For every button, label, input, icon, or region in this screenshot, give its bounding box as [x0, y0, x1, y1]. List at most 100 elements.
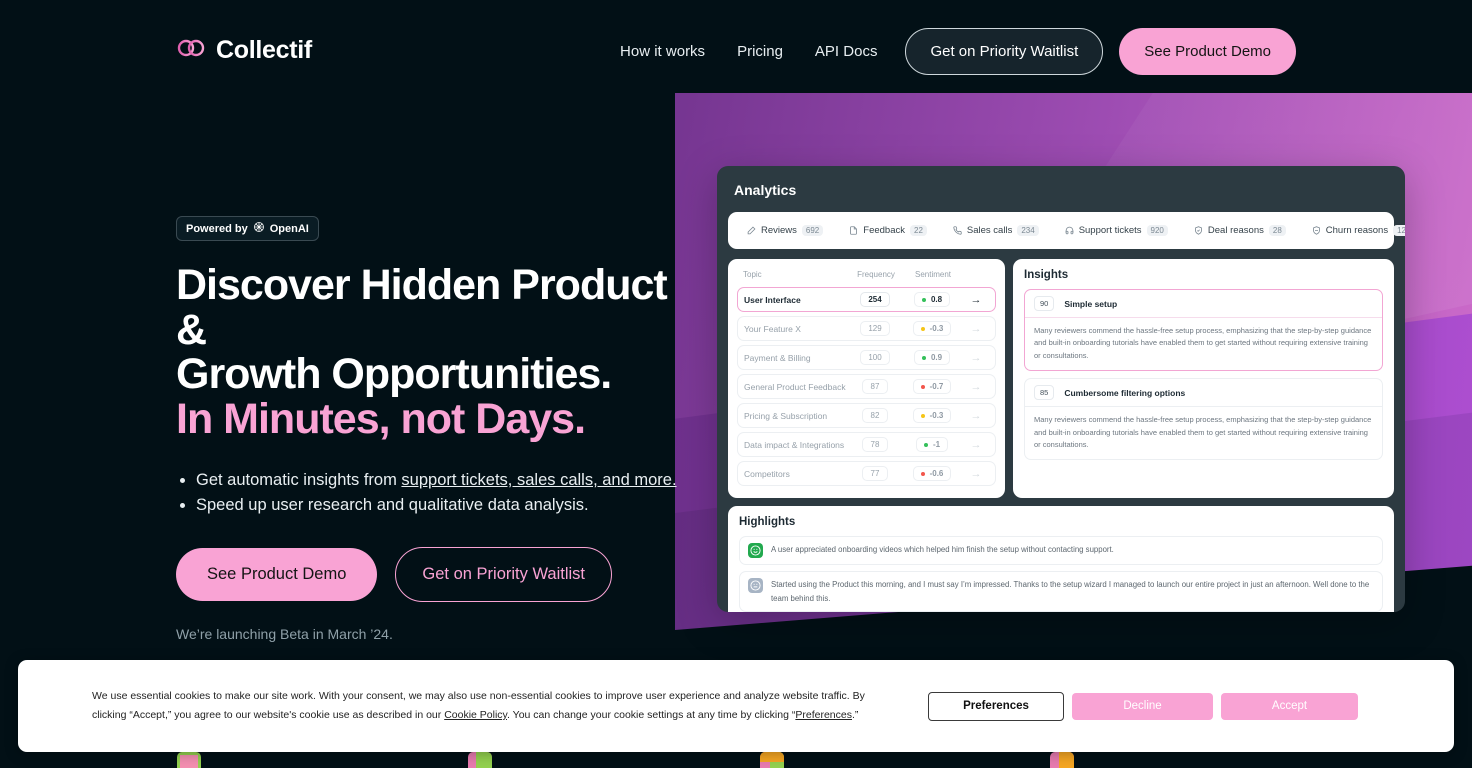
- headphones-icon: [1065, 226, 1074, 235]
- list-item[interactable]: 90 Simple setup Many reviewers commend the…: [1024, 289, 1383, 372]
- cell-topic: General Product Feedback: [744, 381, 846, 392]
- nav-actions: How it works Pricing API Docs Get on Pri…: [604, 28, 1296, 75]
- nav-link-pricing[interactable]: Pricing: [721, 43, 799, 60]
- shield-check-icon: [1194, 226, 1203, 235]
- bullet-1-link[interactable]: support tickets, sales calls, and more.: [401, 471, 676, 489]
- tab-count: 234: [1017, 225, 1039, 236]
- sentiment-value: 0.9: [930, 353, 943, 362]
- headline-line-2: Growth Opportunities.: [176, 350, 612, 399]
- infinity-logo-icon: [176, 37, 206, 64]
- hero-waitlist-button[interactable]: Get on Priority Waitlist: [395, 547, 612, 602]
- row-arrow-icon[interactable]: →: [963, 410, 989, 422]
- highlights-title: Highlights: [739, 516, 796, 528]
- phone-icon: [953, 226, 962, 235]
- sentiment-dot-icon: [920, 471, 925, 476]
- sentiment-dot-icon: [920, 413, 925, 418]
- cell-topic: User Interface: [744, 294, 801, 305]
- nav-link-how-it-works[interactable]: How it works: [604, 43, 721, 60]
- table-row[interactable]: User Interface 254 0.8 →: [737, 287, 996, 312]
- row-arrow-icon[interactable]: →: [963, 439, 989, 451]
- preferences-link[interactable]: Preferences: [795, 709, 852, 721]
- cell-sentiment: 0.9: [913, 350, 951, 365]
- cookie-policy-link[interactable]: Cookie Policy: [444, 709, 507, 721]
- list-item[interactable]: A user appreciated onboarding videos whi…: [739, 536, 1383, 565]
- partner-logo-3: [760, 752, 784, 768]
- row-arrow-icon[interactable]: →: [963, 352, 989, 364]
- sentiment-value: -0.3: [929, 324, 944, 333]
- column-header-sentiment: Sentiment: [914, 270, 952, 279]
- smiley-happy-icon: [748, 543, 763, 558]
- tab-reviews[interactable]: Reviews 692: [734, 225, 836, 236]
- cell-frequency: 254: [860, 292, 890, 307]
- shield-icon: [1312, 226, 1321, 235]
- hero-cta-row: See Product Demo Get on Priority Waitlis…: [176, 547, 696, 602]
- cookie-decline-button[interactable]: Decline: [1072, 692, 1213, 720]
- sentiment-dot-icon: [920, 326, 925, 331]
- table-row[interactable]: Competitors 77 -0.6 →: [737, 461, 996, 486]
- sentiment-value: -0.3: [929, 411, 944, 420]
- analytics-dashboard-mockup: Analytics Reviews 692 Feedback 22 Sales …: [717, 166, 1405, 612]
- table-row[interactable]: Data impact & Integrations 78 -1 →: [737, 432, 996, 457]
- dashboard-title: Analytics: [734, 182, 797, 198]
- cookie-text-part-3: .”: [852, 709, 859, 721]
- hero-bullet-list: Get automatic insights from support tick…: [196, 468, 696, 519]
- tab-sales-calls[interactable]: Sales calls 234: [940, 225, 1052, 236]
- insight-body: Many reviewers commend the hassle-free s…: [1034, 415, 1372, 449]
- cell-frequency: 129: [860, 321, 890, 336]
- tab-label: Deal reasons: [1207, 225, 1264, 236]
- partner-logos-strip: [0, 752, 1472, 768]
- sentiment-value: -1: [932, 440, 941, 449]
- nav-waitlist-button[interactable]: Get on Priority Waitlist: [905, 28, 1104, 75]
- beta-launch-note: We’re launching Beta in March ’24.: [176, 626, 393, 642]
- cookie-accept-button[interactable]: Accept: [1221, 692, 1358, 720]
- row-arrow-icon[interactable]: →: [963, 381, 989, 393]
- table-row[interactable]: Your Feature X 129 -0.3 →: [737, 316, 996, 341]
- insight-body: Many reviewers commend the hassle-free s…: [1034, 326, 1372, 360]
- brand-logo[interactable]: Collectif: [176, 36, 312, 65]
- sentiment-dot-icon: [923, 442, 928, 447]
- column-header-topic: Topic: [743, 270, 762, 279]
- cell-frequency: 78: [862, 437, 888, 452]
- badge-brand: OpenAI: [269, 222, 309, 235]
- table-row[interactable]: Payment & Billing 100 0.9 →: [737, 345, 996, 370]
- bullet-1-text: Get automatic insights from: [196, 470, 402, 489]
- insight-title: Simple setup: [1064, 298, 1118, 309]
- list-item[interactable]: 85 Cumbersome filtering options Many revie…: [1024, 378, 1383, 461]
- tab-feedback[interactable]: Feedback 22: [836, 225, 940, 236]
- table-row[interactable]: Pricing & Subscription 82 -0.3 →: [737, 403, 996, 428]
- hero-demo-button[interactable]: See Product Demo: [176, 548, 378, 601]
- table-row[interactable]: General Product Feedback 87 -0.7 →: [737, 374, 996, 399]
- powered-by-openai-badge: Powered by OpenAI: [176, 216, 319, 241]
- column-header-frequency: Frequency: [857, 270, 895, 279]
- topics-table-header: Topic Frequency Sentiment: [737, 268, 996, 287]
- nav-demo-button[interactable]: See Product Demo: [1119, 28, 1296, 75]
- smiley-neutral-icon: [748, 578, 763, 593]
- row-arrow-icon[interactable]: →: [963, 323, 989, 335]
- insight-title: Cumbersome filtering options: [1064, 387, 1186, 398]
- cell-topic: Payment & Billing: [744, 352, 811, 363]
- tab-deal-reasons[interactable]: Deal reasons 28: [1181, 225, 1299, 236]
- row-arrow-icon[interactable]: →: [963, 468, 989, 480]
- cell-sentiment: -0.6: [912, 466, 952, 481]
- tab-support-tickets[interactable]: Support tickets 920: [1052, 225, 1181, 236]
- row-arrow-icon[interactable]: →: [963, 294, 989, 306]
- partner-logo-1: [177, 752, 201, 768]
- badge-prefix: Powered by: [186, 222, 248, 235]
- insights-title: Insights: [1024, 269, 1069, 281]
- tab-label: Reviews: [761, 225, 797, 236]
- cell-frequency: 77: [862, 466, 888, 481]
- top-navigation: Collectif How it works Pricing API Docs …: [0, 0, 1472, 100]
- cell-frequency: 87: [862, 379, 888, 394]
- nav-link-api-docs[interactable]: API Docs: [799, 43, 894, 60]
- tab-label: Churn reasons: [1325, 225, 1389, 236]
- cookie-consent-banner: We use essential cookies to make our sit…: [18, 660, 1454, 752]
- highlight-text: Started using the Product this morning, …: [771, 580, 1370, 603]
- dashboard-columns: Topic Frequency Sentiment User Interface…: [728, 259, 1394, 498]
- tab-churn-reasons[interactable]: Churn reasons 12: [1299, 225, 1405, 236]
- cell-sentiment: -0.7: [912, 379, 952, 394]
- cookie-preferences-button[interactable]: Preferences: [928, 691, 1064, 721]
- cell-topic: Data impact & Integrations: [744, 439, 845, 450]
- partner-logo-4: [1050, 752, 1074, 768]
- list-item[interactable]: Started using the Product this morning, …: [739, 571, 1383, 612]
- cell-frequency: 82: [862, 408, 888, 423]
